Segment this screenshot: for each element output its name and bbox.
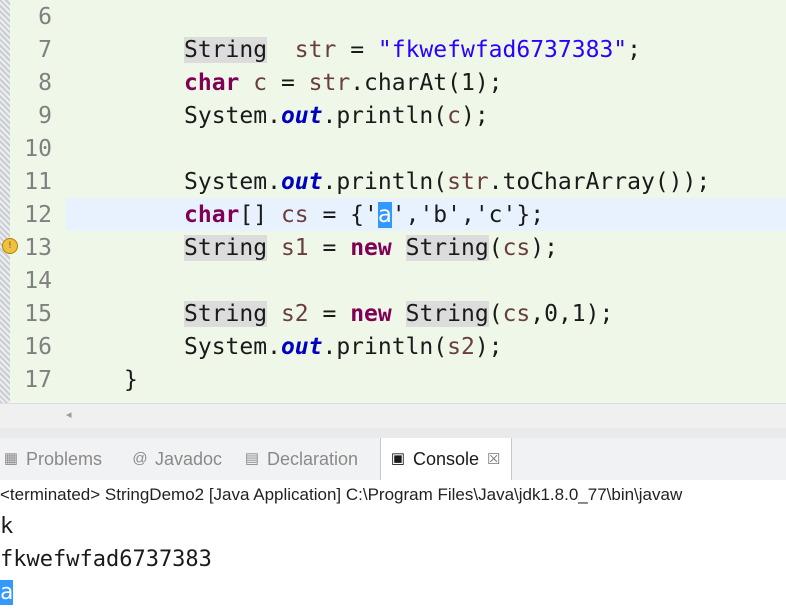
- declaration-icon: ▤: [244, 450, 260, 467]
- tab-declaration-label: Declaration: [267, 448, 359, 469]
- code-token-fld: out: [280, 334, 323, 360]
- code-token: ;: [627, 37, 641, 63]
- code-token-fld: out: [280, 169, 323, 195]
- code-token: (: [488, 301, 503, 327]
- code-token-var: cs: [280, 202, 309, 228]
- code-token-str: "fkwefwfad6737383": [377, 37, 628, 63]
- code-token-type: String: [184, 37, 268, 63]
- code-token-type: String: [184, 301, 268, 327]
- code-token-var: str: [447, 169, 489, 195]
- code-token-var: cs: [502, 301, 531, 327]
- code-token-var: c: [447, 103, 461, 129]
- code-line: char[] cs = {'a','b','c'};: [0, 199, 786, 232]
- problems-icon: ▦: [3, 450, 19, 467]
- console-icon: ▣: [390, 450, 406, 467]
- code-line: }: [0, 364, 786, 397]
- code-line: System.out.println(s2);: [0, 331, 786, 364]
- code-token: );: [530, 235, 558, 261]
- code-token-type: String: [405, 235, 489, 261]
- code-token-kw: char: [184, 70, 240, 96]
- bottom-view-tabs: ▦ Problems @ Javadoc ▤ Declaration ▣ Con…: [0, 438, 786, 480]
- view-divider[interactable]: [0, 428, 786, 438]
- code-token: .charAt(1);: [350, 70, 503, 96]
- code-token: .println(: [322, 103, 448, 129]
- code-token-kw: new: [350, 235, 392, 261]
- console-line: k: [0, 514, 14, 539]
- selected-output-text: a: [0, 580, 14, 605]
- tab-declaration[interactable]: ▤ Declaration: [243, 438, 358, 480]
- code-token-fld: out: [280, 103, 323, 129]
- tab-problems[interactable]: ▦ Problems: [2, 438, 102, 480]
- console-line: a: [0, 576, 14, 609]
- code-token: .println(: [322, 169, 448, 195]
- editor-horizontal-scrollbar[interactable]: ◂: [0, 403, 786, 429]
- code-token-var: s2: [447, 334, 475, 360]
- scroll-left-icon[interactable]: ◂: [66, 408, 72, 421]
- tab-problems-label: Problems: [26, 448, 103, 469]
- code-token: ','b','c'};: [391, 202, 545, 228]
- code-token-type: String: [184, 235, 268, 261]
- code-token: System.: [184, 103, 281, 129]
- code-token: .toCharArray());: [488, 169, 711, 195]
- code-token: );: [474, 334, 503, 360]
- code-token-kw: new: [350, 301, 392, 327]
- code-token: System.: [184, 334, 281, 360]
- code-editor[interactable]: ! 6 7 String str = "fkwefwfad6737383"; 8 cha…: [0, 0, 786, 403]
- code-line: char c = str.charAt(1);: [0, 67, 786, 100]
- close-icon[interactable]: ☒: [487, 450, 500, 468]
- code-token: = {': [308, 202, 378, 228]
- code-token-var: str: [294, 37, 337, 63]
- code-token-sel: a: [377, 202, 392, 228]
- console-status-line: <terminated> StringDemo2 [Java Applicati…: [0, 480, 786, 510]
- at-icon: @: [132, 450, 148, 467]
- code-token: System.: [184, 169, 281, 195]
- code-token: .println(: [322, 334, 448, 360]
- code-token: =: [308, 235, 351, 261]
- code-token-type: String: [405, 301, 489, 327]
- code-line: System.out.println(c);: [0, 100, 786, 133]
- code-line: String s2 = new String(cs,0,1);: [0, 298, 786, 331]
- code-token-var: s2: [280, 301, 309, 327]
- code-token: ,0,1);: [530, 301, 614, 327]
- code-line: String str = "fkwefwfad6737383";: [0, 34, 786, 67]
- code-token: =: [308, 301, 351, 327]
- code-token: =: [267, 70, 309, 96]
- code-token-var: cs: [502, 235, 531, 261]
- code-token: []: [239, 202, 281, 228]
- code-line: System.out.println(str.toCharArray());: [0, 166, 786, 199]
- code-token-var: str: [308, 70, 351, 96]
- code-token-var: c: [253, 70, 268, 96]
- code-token-kw: char: [184, 202, 240, 228]
- console-output[interactable]: k fkwefwfad6737383 a: [0, 510, 786, 613]
- tab-console[interactable]: ▣ Console ☒: [380, 438, 512, 480]
- tab-console-label: Console: [413, 448, 480, 469]
- code-token: (: [488, 235, 503, 261]
- tab-javadoc-label: Javadoc: [155, 448, 223, 469]
- code-token-var: s1: [280, 235, 309, 261]
- code-token: =: [336, 37, 378, 63]
- code-token: );: [460, 103, 489, 129]
- code-token: }: [124, 367, 138, 393]
- tab-javadoc[interactable]: @ Javadoc: [131, 438, 222, 480]
- console-line: fkwefwfad6737383: [0, 547, 212, 572]
- code-line: String s1 = new String(cs);: [0, 232, 786, 265]
